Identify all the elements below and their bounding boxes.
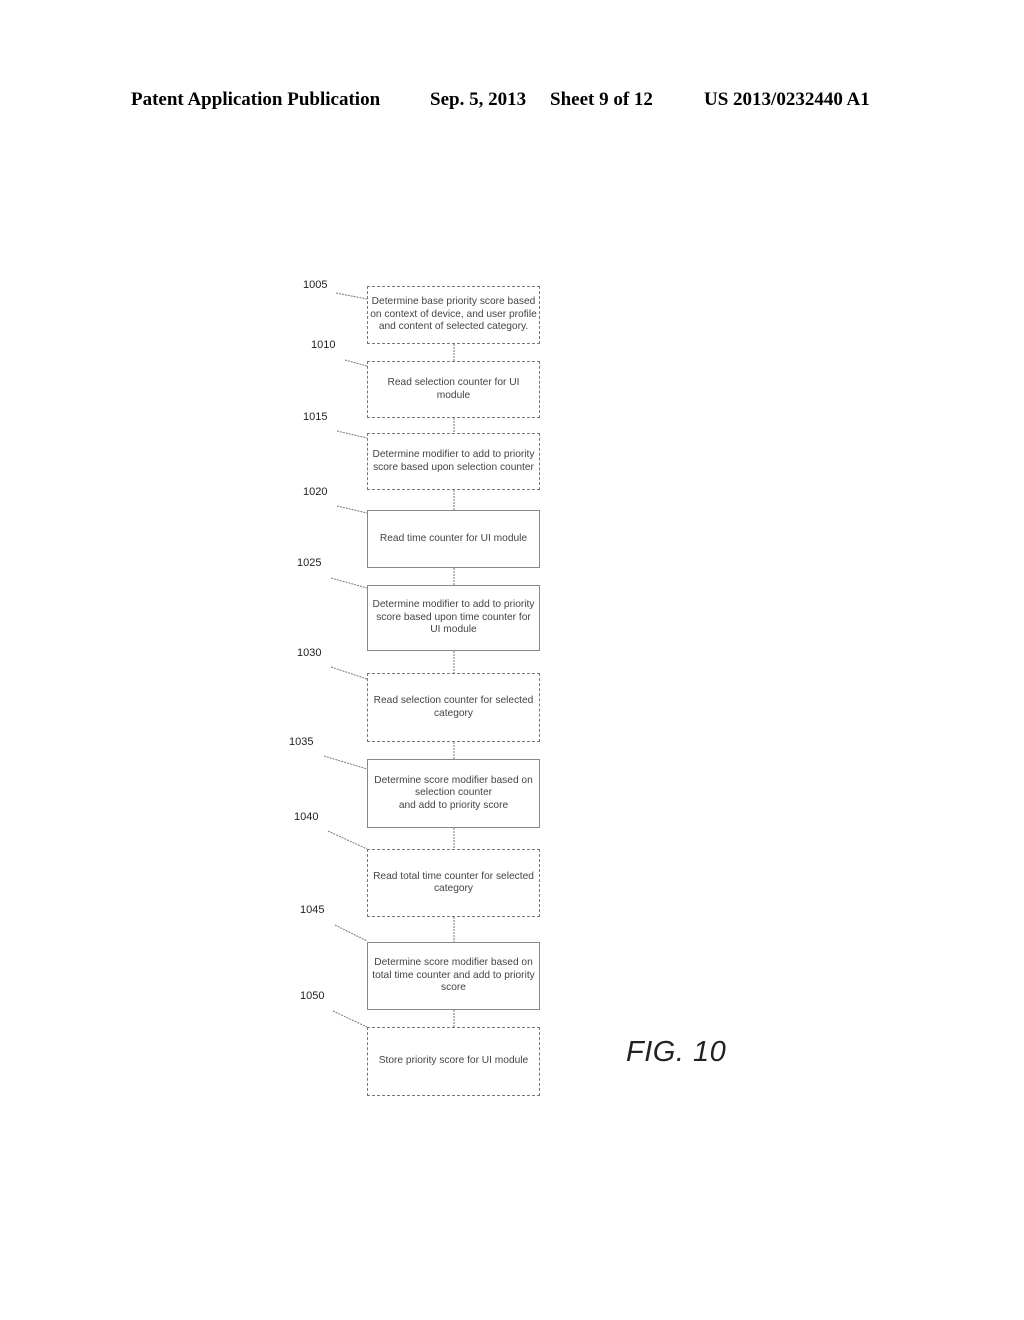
publication-title: Patent Application Publication: [131, 89, 381, 110]
leader-1050: [332, 1010, 368, 1028]
flowchart-connectors: [323, 292, 455, 1028]
step-ref-1025: 1025: [297, 557, 322, 569]
leader-1045: [334, 924, 368, 942]
leader-1025: [330, 577, 368, 589]
step-box-1020: Read time counter for UI module: [367, 510, 540, 568]
step-ref-1045: 1045: [300, 904, 325, 916]
step-box-1010: Read selection counter for UI module: [367, 361, 540, 418]
step-box-1005: Determine base priority score based on c…: [367, 286, 540, 344]
step-ref-1020: 1020: [303, 486, 328, 498]
step-box-1045: Determine score modifier based on total …: [367, 942, 540, 1010]
step-box-1035: Determine score modifier based on select…: [367, 759, 540, 828]
leader-1005: [335, 292, 368, 300]
step-box-1015: Determine modifier to add to priority sc…: [367, 433, 540, 490]
leader-1040: [327, 830, 368, 850]
figure-label: FIG. 10: [626, 1036, 727, 1068]
step-ref-1030: 1030: [297, 647, 322, 659]
leader-1010: [344, 359, 368, 367]
step-ref-1015: 1015: [303, 411, 328, 423]
step-box-1025: Determine modifier to add to priority sc…: [367, 585, 540, 651]
step-ref-1035: 1035: [289, 736, 314, 748]
step-ref-1050: 1050: [300, 990, 325, 1002]
step-ref-1005: 1005: [303, 279, 328, 291]
step-box-1040: Read total time counter for selected cat…: [367, 849, 540, 917]
patent-number: US 2013/0232440 A1: [704, 89, 870, 110]
publication-date: Sep. 5, 2013: [430, 89, 527, 110]
step-ref-1040: 1040: [294, 811, 319, 823]
step-ref-1010: 1010: [311, 339, 336, 351]
leader-1020: [336, 505, 368, 514]
leader-1035: [323, 755, 368, 770]
step-box-1030: Read selection counter for selected cate…: [367, 673, 540, 742]
sheet-number: Sheet 9 of 12: [550, 89, 653, 110]
leader-1015: [336, 430, 368, 439]
leader-1030: [330, 666, 368, 680]
step-box-1050: Store priority score for UI module: [367, 1027, 540, 1096]
